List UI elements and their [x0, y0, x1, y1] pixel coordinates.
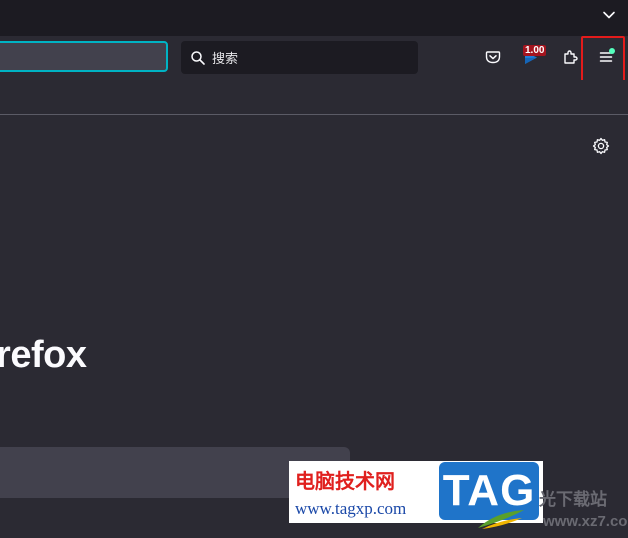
watermark2-site-url: www.xz7.com [543, 513, 628, 530]
navigation-toolbar: 搜索 [0, 36, 628, 80]
puzzle-icon [564, 50, 578, 64]
bookmarks-toolbar [0, 80, 628, 115]
search-icon [191, 50, 205, 65]
search-placeholder: 搜索 [212, 52, 239, 67]
watermark-site-name: 电脑技术网 [295, 469, 395, 493]
search-bar[interactable]: 搜索 [181, 41, 418, 74]
firefox-wordmark: irefox [0, 334, 87, 376]
pocket-button[interactable] [479, 43, 507, 71]
tab-list-button[interactable] [598, 4, 620, 26]
pocket-icon [485, 51, 501, 64]
leaf-logo [478, 510, 524, 529]
extensions-button[interactable] [556, 43, 584, 71]
personalize-button[interactable] [589, 134, 613, 158]
chevron-down-icon [603, 11, 615, 19]
extension-badge: 1.00 [523, 45, 547, 56]
gear-icon [592, 137, 610, 155]
address-bar[interactable] [0, 41, 168, 72]
watermark2-site-name: 光下载站 [539, 490, 607, 510]
watermark-site-url: www.tagxp.com [295, 499, 407, 518]
tab-strip [0, 0, 628, 36]
